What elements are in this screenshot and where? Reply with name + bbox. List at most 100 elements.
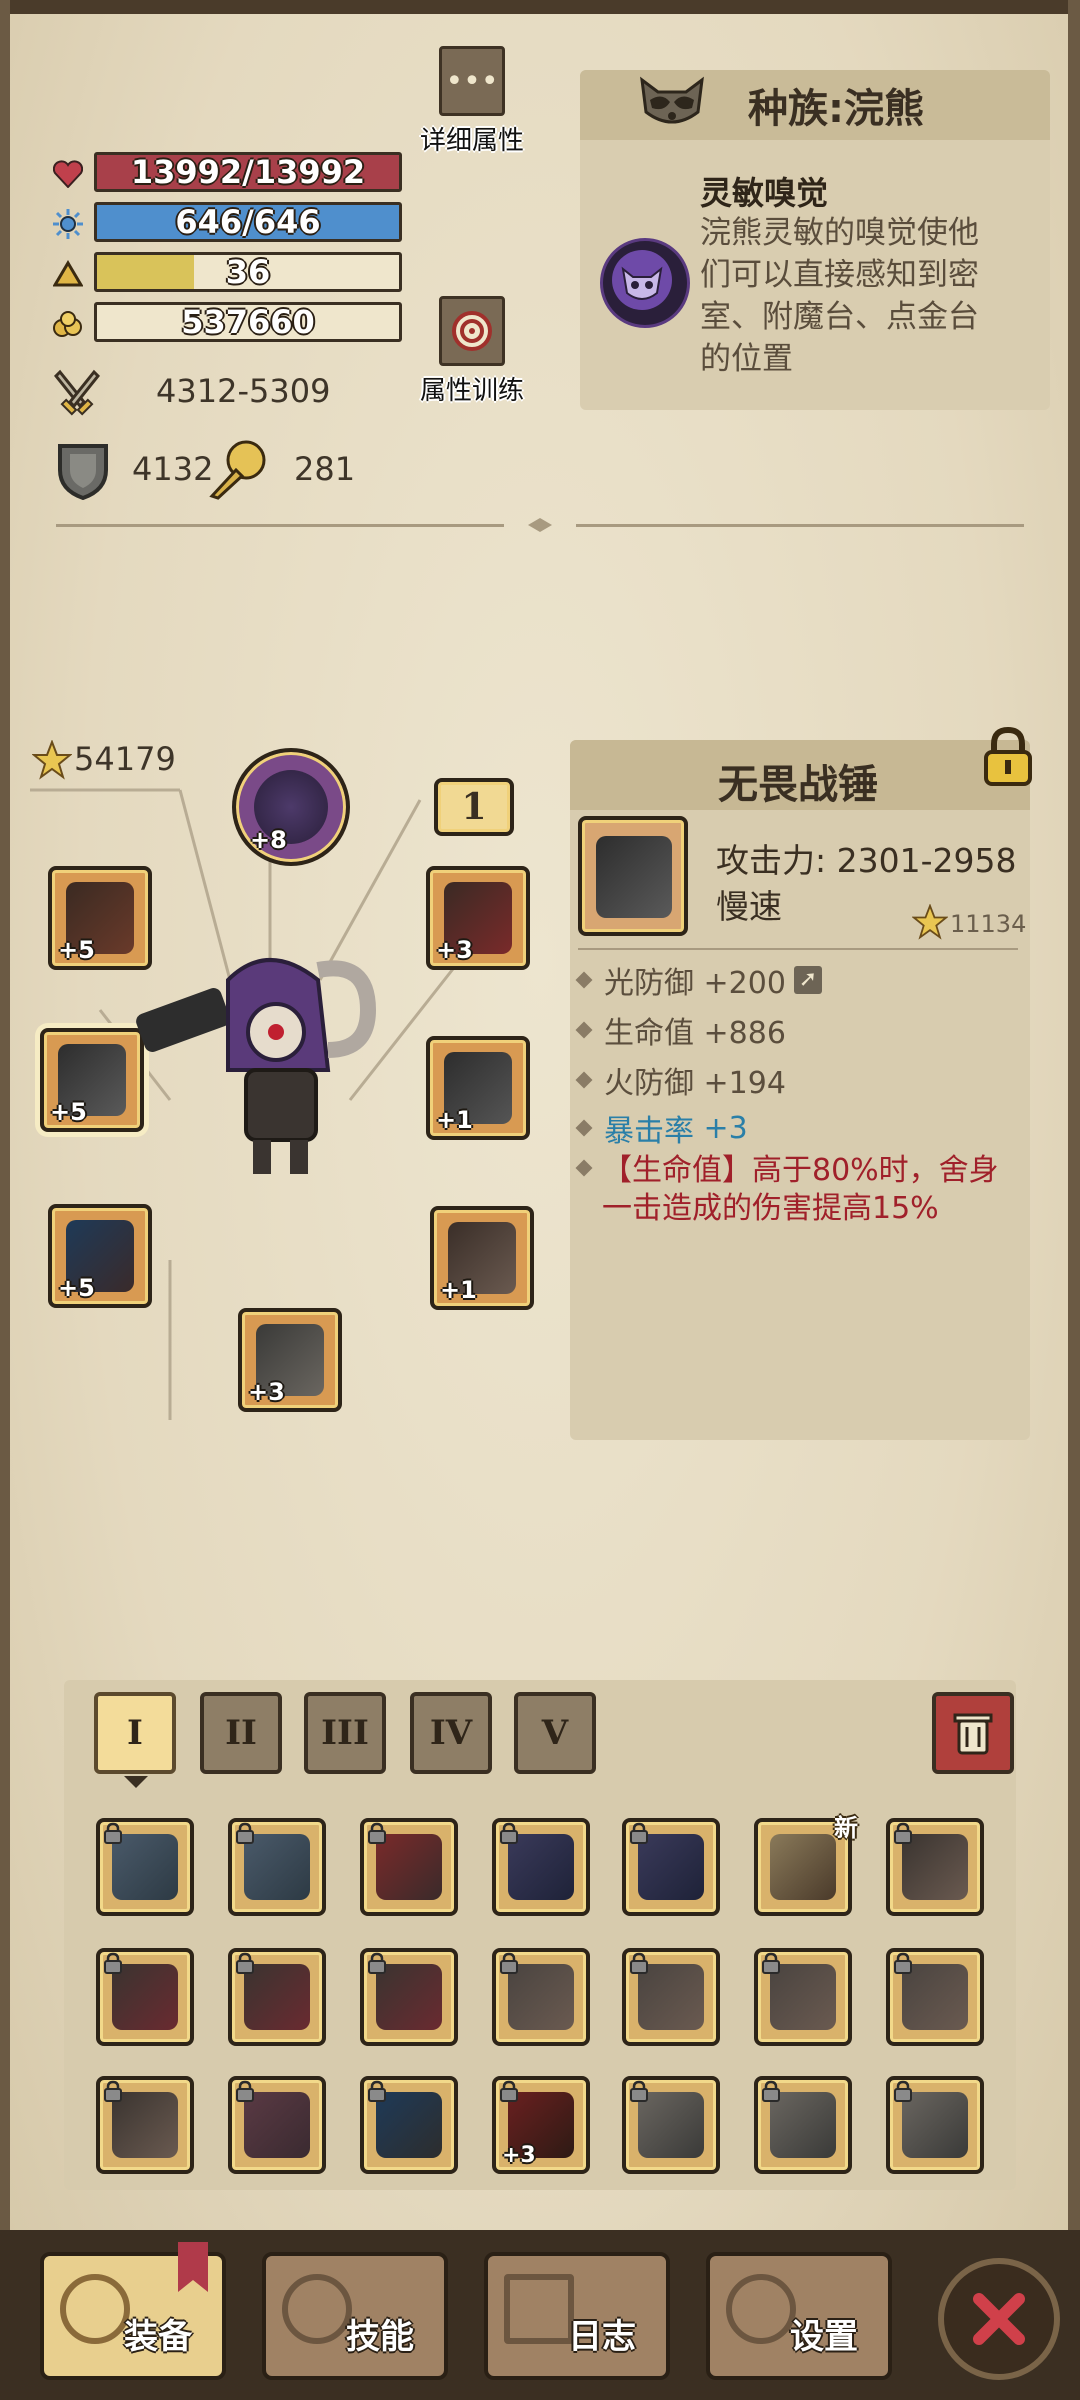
attribute-training-button[interactable]: 属性训练 [420, 296, 524, 407]
helmet-slot[interactable]: +8 [232, 748, 350, 866]
mana-icon [48, 204, 88, 244]
nav-equip-label: 装备 [124, 2317, 192, 2357]
tab-active-pointer [124, 1776, 148, 1788]
nav-log-label: 日志 [568, 2317, 636, 2357]
gold-value: 537660 [181, 303, 315, 341]
nav-skills-button[interactable]: 技能 [262, 2252, 448, 2380]
new-item-badge: 新 [834, 1814, 858, 1842]
attr-text: 光防御 +200 [604, 966, 786, 1001]
inventory-item[interactable] [886, 1948, 984, 2046]
attr-text: 生命值 +886 [604, 1016, 786, 1051]
inventory-item[interactable] [228, 2076, 326, 2174]
cloak-level: +3 [436, 936, 473, 964]
attribute-training-label: 属性训练 [420, 376, 525, 406]
equipment-score: 54179 [74, 740, 176, 778]
item-lock-icon [762, 2080, 780, 2102]
boots-slot[interactable]: +3 [238, 1308, 342, 1412]
pants-slot[interactable]: +1 [430, 1206, 534, 1310]
item-lock-icon [630, 2080, 648, 2102]
item-lock-icon [104, 1822, 122, 1844]
skill-description: 浣熊灵敏的嗅觉使他们可以直接感知到密室、附魔台、点金台的位置 [700, 215, 979, 377]
mp-row: 646/646 [48, 202, 402, 246]
inventory-item[interactable] [360, 1948, 458, 2046]
attr-hp: 生命值 +886 [575, 1008, 786, 1052]
item-lock-icon [368, 2080, 386, 2102]
inventory-item[interactable]: 新 [754, 1814, 858, 1916]
axe-icon [60, 2274, 130, 2344]
inventory-item[interactable] [360, 1818, 458, 1916]
item-lock-icon [894, 1822, 912, 1844]
race-title: 种族:浣熊 [748, 86, 924, 132]
item-lock-icon [500, 1952, 518, 1974]
hp-row: 13992/13992 [48, 152, 402, 196]
inventory-tab-3[interactable]: III [304, 1692, 386, 1774]
luck-coin-icon [208, 436, 270, 500]
item-speed: 慢速 [716, 887, 782, 926]
inventory-item[interactable] [96, 2076, 194, 2174]
gloves-level: +5 [58, 1274, 95, 1302]
hp-value: 13992/13992 [130, 153, 366, 191]
gear-icon [726, 2274, 796, 2344]
inventory-item[interactable] [492, 1948, 590, 2046]
inventory-item[interactable] [886, 2076, 984, 2174]
close-button[interactable] [938, 2258, 1060, 2380]
level-row: 36 [48, 252, 402, 296]
armor-slot[interactable]: +1 [426, 1036, 530, 1140]
inventory-tab-1[interactable]: I [94, 1692, 176, 1774]
crit-label: 暴击率 [604, 1114, 694, 1149]
armor-level: +1 [436, 1106, 473, 1134]
inventory-item[interactable] [360, 2076, 458, 2174]
item-lock-icon [894, 2080, 912, 2102]
nav-settings-button[interactable]: 设置 [706, 2252, 892, 2380]
attr-text: 火防御 +194 [604, 1066, 786, 1101]
inventory-item[interactable] [754, 2076, 852, 2174]
inventory-item[interactable] [96, 1948, 194, 2046]
inventory-item[interactable] [228, 1818, 326, 1916]
trash-button[interactable] [932, 1692, 1014, 1774]
inventory-item[interactable] [622, 1818, 720, 1916]
attr-light-defense: 光防御 +200 ➚ [575, 958, 822, 1002]
journal-icon [504, 2274, 574, 2344]
item-lock-icon [500, 1822, 518, 1844]
divider-left [56, 524, 504, 527]
nav-log-button[interactable]: 日志 [484, 2252, 670, 2380]
bullet [575, 1021, 593, 1039]
lock-icon[interactable] [982, 726, 1034, 788]
equipment-set-selector[interactable]: 1 [434, 778, 514, 836]
luck-value: 281 [294, 450, 356, 488]
gold-bar: 537660 [94, 302, 402, 342]
gold-row: 537660 [48, 302, 402, 346]
item-lock-icon [368, 1822, 386, 1844]
nav-equip-button[interactable]: 装备 [40, 2242, 226, 2380]
inventory-tab-4[interactable]: IV [410, 1692, 492, 1774]
inventory-item[interactable] [492, 1818, 590, 1916]
raccoon-icon [636, 72, 708, 132]
inventory-item[interactable] [96, 1818, 194, 1916]
crit-value: +3 [703, 1110, 748, 1146]
detail-attributes-label: 详细属性 [420, 126, 525, 156]
xp-bar: 36 [94, 252, 402, 292]
inventory-item[interactable] [754, 1948, 852, 2046]
close-icon [973, 2293, 1025, 2345]
right-frame [1068, 0, 1080, 2400]
swords-icon [53, 366, 101, 422]
inventory-item[interactable] [886, 1818, 984, 1916]
attack-label: 攻击力: [716, 841, 827, 880]
inventory-tab-2[interactable]: II [200, 1692, 282, 1774]
arrow-upgrade-icon[interactable]: ➚ [793, 966, 822, 994]
item-detail-icon [578, 816, 688, 936]
detail-attributes-button[interactable]: ••• 详细属性 [420, 46, 524, 157]
inventory-tab-5[interactable]: V [514, 1692, 596, 1774]
item-lock-icon [500, 2080, 518, 2102]
inventory-item[interactable] [622, 1948, 720, 2046]
attack-value-detail: 2301-2958 [836, 841, 1017, 880]
cloak-slot[interactable]: +3 [426, 866, 530, 970]
item-name: 无畏战锤 [718, 762, 878, 808]
nav-settings-label: 设置 [790, 2317, 858, 2357]
skill-sense-icon[interactable] [600, 238, 690, 328]
more-dots-icon: ••• [439, 46, 505, 116]
inventory-item[interactable] [622, 2076, 720, 2174]
inventory-item[interactable]: +3 [492, 2076, 590, 2174]
inventory-item[interactable] [228, 1948, 326, 2046]
gloves-slot[interactable]: +5 [48, 1204, 152, 1308]
